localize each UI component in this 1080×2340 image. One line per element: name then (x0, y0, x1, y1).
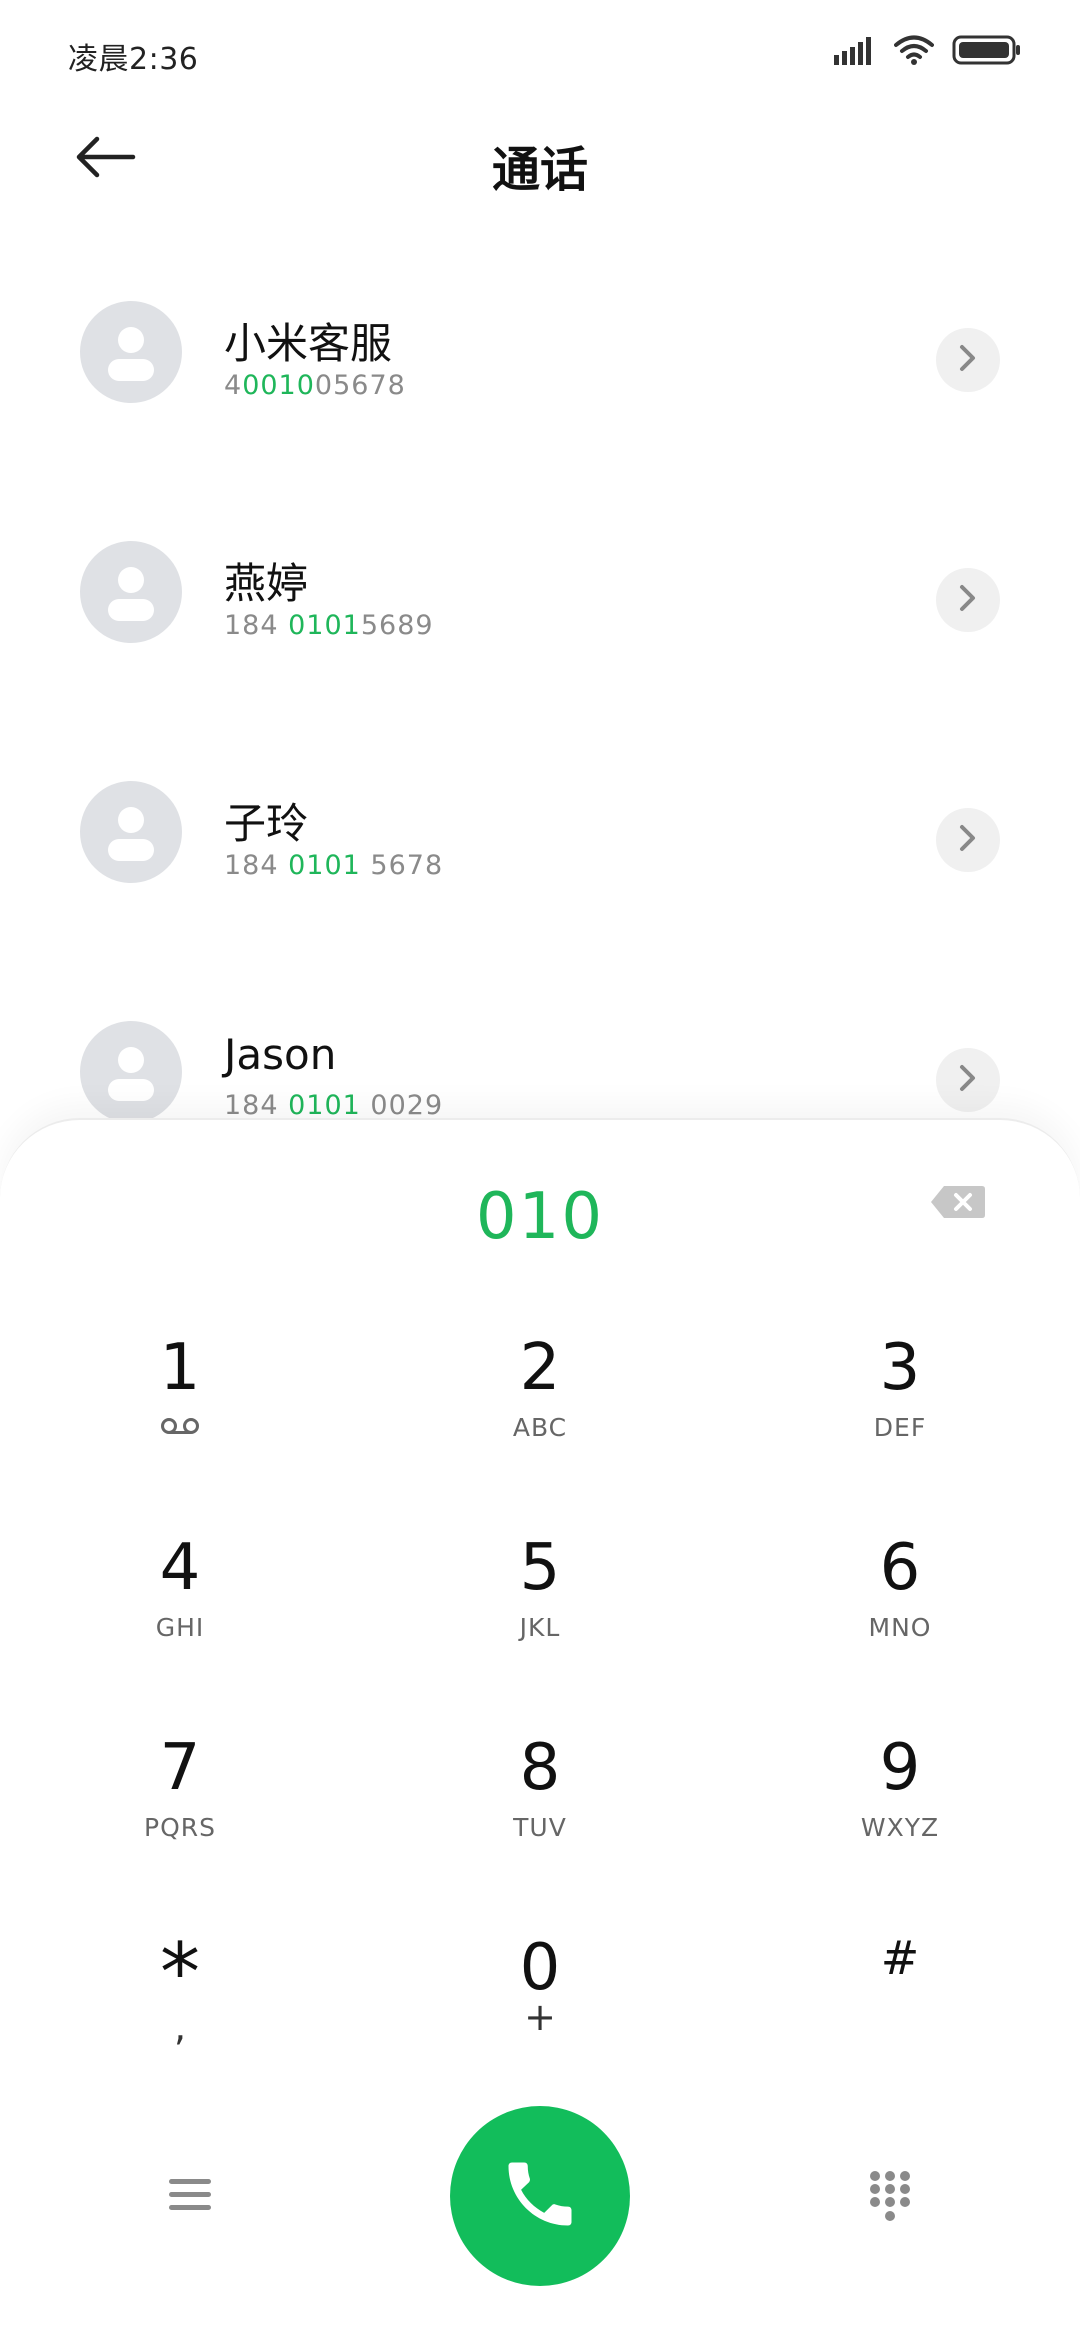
key-digit: 9 (879, 1731, 921, 1805)
dialpad-sheet: 010 1 2 ABC 3 DEF 4 GHI 5 JKL 6 MNO 7 PQ… (0, 1118, 1080, 2340)
dialer-screen: 凌晨2:36 通话 小米客服 4001005678 燕婷 184 0101568… (0, 0, 1080, 2340)
keypad-toggle-button[interactable] (850, 2158, 930, 2238)
contact-number: 4001005678 (224, 370, 406, 401)
avatar (80, 301, 182, 403)
contact-row[interactable]: 小米客服 4001005678 (0, 260, 1080, 410)
call-button[interactable] (450, 2106, 630, 2286)
key-letters: DEF (873, 1412, 927, 1442)
key-digit: 5 (519, 1531, 561, 1605)
key-sub-symbol: + (524, 1995, 556, 2039)
contact-name: 燕婷 (224, 559, 309, 608)
contact-details-button[interactable] (936, 808, 1000, 872)
key-letters: MNO (868, 1612, 932, 1642)
contact-number: 184 01015689 (224, 610, 434, 641)
contact-name: Jason (224, 1030, 337, 1079)
contact-details-button[interactable] (936, 328, 1000, 392)
contact-row[interactable]: Jason 184 0101 0029 (0, 980, 1080, 1130)
key-8[interactable]: 8 TUV (415, 1730, 665, 1890)
key-digit: 3 (879, 1331, 921, 1405)
chevron-right-icon (957, 583, 979, 617)
key-6[interactable]: 6 MNO (775, 1530, 1025, 1690)
contact-details-button[interactable] (936, 1048, 1000, 1112)
status-time: 凌晨2:36 (68, 42, 199, 77)
contact-number: 184 0101 5678 (224, 850, 444, 881)
key-5[interactable]: 5 JKL (415, 1530, 665, 1690)
key-1[interactable]: 1 (55, 1330, 305, 1490)
voicemail-icon (159, 1413, 201, 1442)
signal-icon (834, 35, 876, 69)
status-icons (834, 32, 1022, 72)
key-letters: PQRS (144, 1812, 216, 1842)
key-digit: 8 (519, 1731, 561, 1805)
key-star[interactable]: * , (55, 1930, 305, 2090)
contact-row[interactable]: 子玲 184 0101 5678 (0, 740, 1080, 890)
key-digit: 7 (159, 1731, 201, 1805)
chevron-right-icon (957, 823, 979, 857)
battery-icon (952, 34, 1022, 70)
contact-name: 小米客服 (224, 319, 393, 368)
avatar (80, 541, 182, 643)
key-letters (159, 1410, 201, 1444)
avatar (80, 781, 182, 883)
key-letters: WXYZ (860, 1812, 940, 1842)
chevron-right-icon (957, 1063, 979, 1097)
key-4[interactable]: 4 GHI (55, 1530, 305, 1690)
key-letters: JKL (519, 1612, 561, 1642)
key-3[interactable]: 3 DEF (775, 1330, 1025, 1490)
key-hash[interactable]: # (775, 1920, 1025, 2080)
key-0[interactable]: 0 + (415, 1930, 665, 2090)
bottom-action-bar (0, 2102, 1080, 2292)
dialed-number-display[interactable]: 010 (0, 1180, 1080, 1254)
chevron-right-icon (957, 343, 979, 377)
key-9[interactable]: 9 WXYZ (775, 1730, 1025, 1890)
contact-number: 184 0101 0029 (224, 1090, 444, 1121)
key-digit: 4 (159, 1531, 201, 1605)
key-digit: 1 (159, 1331, 201, 1405)
status-bar: 凌晨2:36 (0, 0, 1080, 100)
contact-row[interactable]: 燕婷 184 01015689 (0, 500, 1080, 650)
menu-icon (167, 2175, 213, 2219)
key-digit: * (160, 1926, 200, 2019)
key-sub-symbol: , (173, 2005, 187, 2049)
menu-button[interactable] (150, 2162, 230, 2232)
key-letters: ABC (512, 1412, 568, 1442)
contact-name: 子玲 (224, 799, 309, 848)
avatar (80, 1021, 182, 1123)
key-2[interactable]: 2 ABC (415, 1330, 665, 1490)
wifi-icon (894, 34, 934, 70)
key-digit: # (880, 1931, 920, 1985)
key-7[interactable]: 7 PQRS (55, 1730, 305, 1890)
header: 通话 (0, 110, 1080, 210)
key-letters: TUV (513, 1812, 567, 1842)
key-letters: GHI (155, 1612, 205, 1642)
phone-icon (498, 2152, 582, 2240)
contact-details-button[interactable] (936, 568, 1000, 632)
page-title: 通话 (491, 142, 588, 198)
backspace-button[interactable] (930, 1184, 1000, 1230)
backspace-icon (930, 1186, 986, 1224)
keypad-icon (867, 2168, 913, 2228)
key-digit: 6 (879, 1531, 921, 1605)
key-digit: 2 (519, 1331, 561, 1405)
